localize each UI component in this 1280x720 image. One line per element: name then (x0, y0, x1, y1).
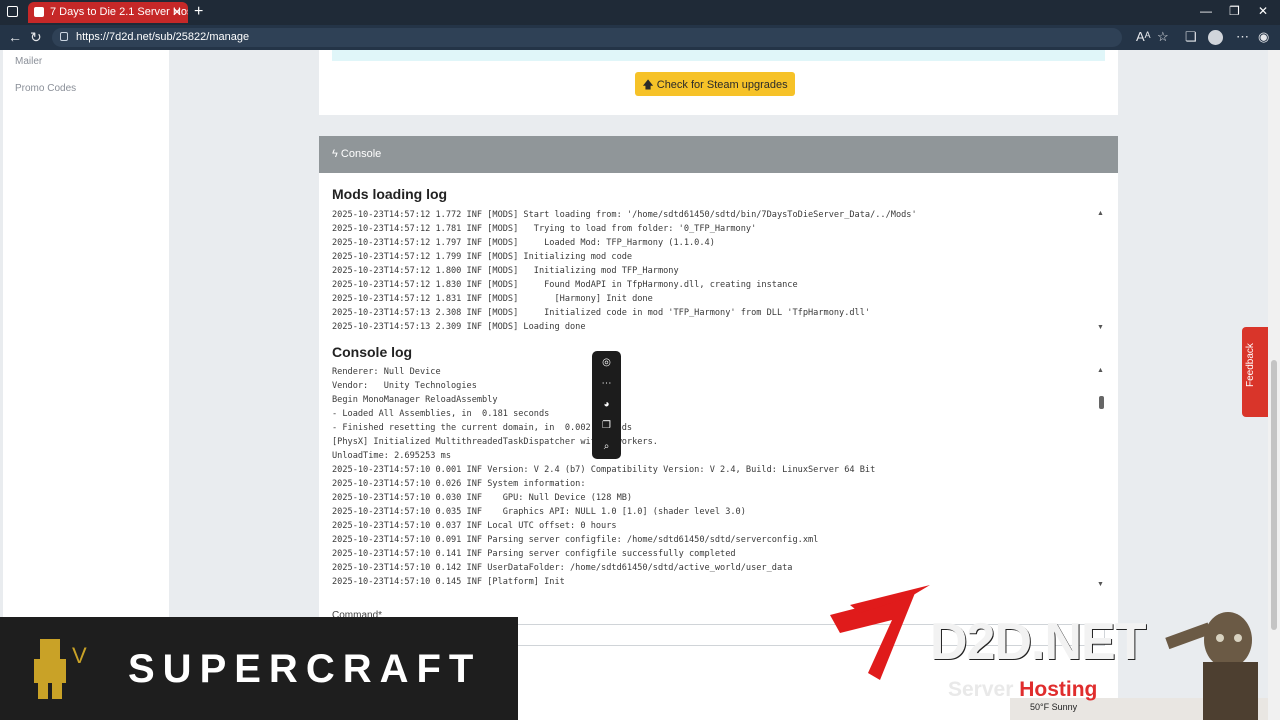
console-log-box[interactable]: Renderer: Null Device Vendor: Unity Techn… (332, 365, 1105, 589)
supercraft-wordmark: SUPERCRAFT (128, 647, 482, 691)
console-scroll-down-icon[interactable]: ▼ (1097, 581, 1104, 588)
console-log-line: 2025-10-23T14:57:10 0.035 INF Graphics A… (332, 507, 746, 517)
console-log-line: 2025-10-23T14:57:10 0.030 INF GPU: Null … (332, 493, 633, 503)
restore-icon[interactable]: ❐ (1229, 4, 1240, 18)
page-scroll-thumb[interactable] (1271, 360, 1277, 630)
back-icon[interactable]: ← (8, 29, 22, 45)
console-log-line: Begin MonoManager ReloadAssembly (332, 395, 498, 405)
console-log-line: Renderer: Null Device (332, 367, 441, 377)
mods-scroll-down-icon[interactable]: ▼ (1097, 324, 1104, 331)
more-options-icon[interactable]: ⋯ (592, 378, 621, 389)
console-log-line: 2025-10-23T14:57:10 0.141 INF Parsing se… (332, 549, 736, 559)
browser-address-bar: ← ↻ https://7d2d.net/sub/25822/manage Aᴬ… (0, 25, 1280, 50)
minimize-icon[interactable]: — (1200, 4, 1212, 18)
collections-icon[interactable]: ❏ (1185, 29, 1197, 45)
console-log-line: Vendor: Unity Technologies (332, 381, 477, 391)
favorite-star-icon[interactable]: ☆ (1157, 29, 1169, 45)
console-scroll-up-icon[interactable]: ▲ (1097, 367, 1104, 374)
profile-avatar[interactable] (1208, 30, 1223, 45)
server-hosting-wordmark: Server Hosting (948, 678, 1097, 702)
console-scroll-thumb[interactable] (1099, 396, 1104, 409)
seven-logo-icon (830, 585, 930, 680)
supercraft-banner: V SUPERCRAFT (0, 617, 518, 720)
mods-log-line: 2025-10-23T14:57:12 1.799 INF [MODS] Ini… (332, 252, 633, 262)
console-log-line: 2025-10-23T14:57:10 0.091 INF Parsing se… (332, 535, 819, 545)
read-aloud-icon[interactable]: Aᴬ (1136, 29, 1151, 44)
copy-icon[interactable]: ❐ (592, 420, 621, 431)
console-log-line: UnloadTime: 2.695253 ms (332, 451, 451, 461)
hide-icon[interactable]: ◎ (592, 357, 621, 368)
supercraft-logo-icon: V (34, 639, 87, 699)
url-field[interactable]: https://7d2d.net/sub/25822/manage (52, 28, 1122, 47)
console-log-line: 2025-10-23T14:57:10 0.142 INF UserDataFo… (332, 563, 793, 573)
mods-log-line: 2025-10-23T14:57:12 1.831 INF [MODS] [Ha… (332, 294, 653, 304)
close-window-icon[interactable]: ✕ (1258, 4, 1268, 18)
console-log-line: 2025-10-23T14:57:10 0.026 INF System inf… (332, 479, 586, 489)
hosting-word: Hosting (1019, 678, 1098, 701)
mods-log-line: 2025-10-23T14:57:12 1.800 INF [MODS] Ini… (332, 266, 679, 276)
bolt-icon: ϟ (332, 148, 338, 160)
console-header-title: Console (340, 148, 382, 160)
close-tab-icon[interactable]: ✕ (172, 2, 182, 23)
tab-title: 7 Days to Die 2.1 Server Hosting (50, 6, 188, 18)
site-favicon-icon (34, 7, 44, 17)
refresh-icon[interactable]: ↻ (30, 29, 42, 46)
sidebar-item-mailer[interactable]: Mailer (15, 56, 42, 67)
server-word: Server (948, 678, 1014, 701)
new-tab-icon[interactable]: + (194, 3, 203, 21)
console-log-line: [PhysX] Initialized MultithreadedTaskDis… (332, 437, 658, 447)
mods-log-line: 2025-10-23T14:57:12 1.830 INF [MODS] Fou… (332, 280, 798, 290)
more-menu-icon[interactable]: ⋯ (1236, 29, 1249, 45)
steam-card: 🡅 Check for Steam upgrades (319, 50, 1118, 115)
sidebar-item-promo-codes[interactable]: Promo Codes (15, 83, 76, 94)
mods-log-line: 2025-10-23T14:57:13 2.308 INF [MODS] Ini… (332, 308, 871, 318)
search-icon[interactable]: ⌕ (592, 441, 621, 452)
window-menu-icon[interactable] (7, 6, 18, 17)
mods-log-line: 2025-10-23T14:57:12 1.797 INF [MODS] Loa… (332, 238, 715, 248)
feedback-tab[interactable]: Feedback (1242, 327, 1268, 417)
url-text: https://7d2d.net/sub/25822/manage (76, 31, 250, 43)
browser-tab-bar: 7 Days to Die 2.1 Server Hosting ✕ + — ❐… (0, 0, 1280, 25)
mods-log-box[interactable]: 2025-10-23T14:57:12 1.772 INF [MODS] Sta… (332, 208, 1105, 334)
mods-log-line: 2025-10-23T14:57:12 1.781 INF [MODS] Try… (332, 224, 757, 234)
console-log-line: 2025-10-23T14:57:10 0.037 INF Local UTC … (332, 521, 617, 531)
console-log-line: 2025-10-23T14:57:10 0.001 INF Version: V… (332, 465, 876, 475)
svg-text:V: V (72, 643, 87, 668)
lock-icon (60, 32, 68, 41)
console-log-line: - Loaded All Assemblies, in 0.181 second… (332, 409, 550, 419)
console-header: ϟ Console (319, 136, 1118, 173)
mods-scroll-up-icon[interactable]: ▲ (1097, 210, 1104, 217)
mods-log-line: 2025-10-23T14:57:12 1.772 INF [MODS] Sta… (332, 210, 917, 220)
d2d-wordmark: D2D.NET (930, 613, 1146, 671)
copilot-icon[interactable]: ◕ (592, 399, 621, 410)
zombie-mascot-icon (1165, 612, 1258, 720)
check-steam-upgrades-button[interactable]: 🡅 Check for Steam upgrades (635, 72, 795, 96)
steam-button-label: Check for Steam upgrades (656, 79, 788, 91)
console-log-title: Console log (332, 344, 413, 360)
browser-tab[interactable]: 7 Days to Die 2.1 Server Hosting ✕ (28, 2, 188, 23)
weather-widget[interactable]: 50°F Sunny (1030, 702, 1077, 712)
copilot-icon[interactable]: ◉ (1258, 29, 1269, 45)
console-log-line: - Finished resetting the current domain,… (332, 423, 633, 433)
console-log-line: 2025-10-23T14:57:10 0.145 INF [Platform]… (332, 577, 565, 587)
mods-log-title: Mods loading log (332, 186, 448, 202)
info-alert (332, 50, 1105, 61)
arrow-up-icon: 🡅 (642, 79, 654, 91)
mods-log-line: 2025-10-23T14:57:13 2.309 INF [MODS] Loa… (332, 322, 586, 332)
feedback-label: Feedback (1245, 343, 1256, 387)
floating-toolbar: ◎ ⋯ ◕ ❐ ⌕ (592, 351, 621, 459)
